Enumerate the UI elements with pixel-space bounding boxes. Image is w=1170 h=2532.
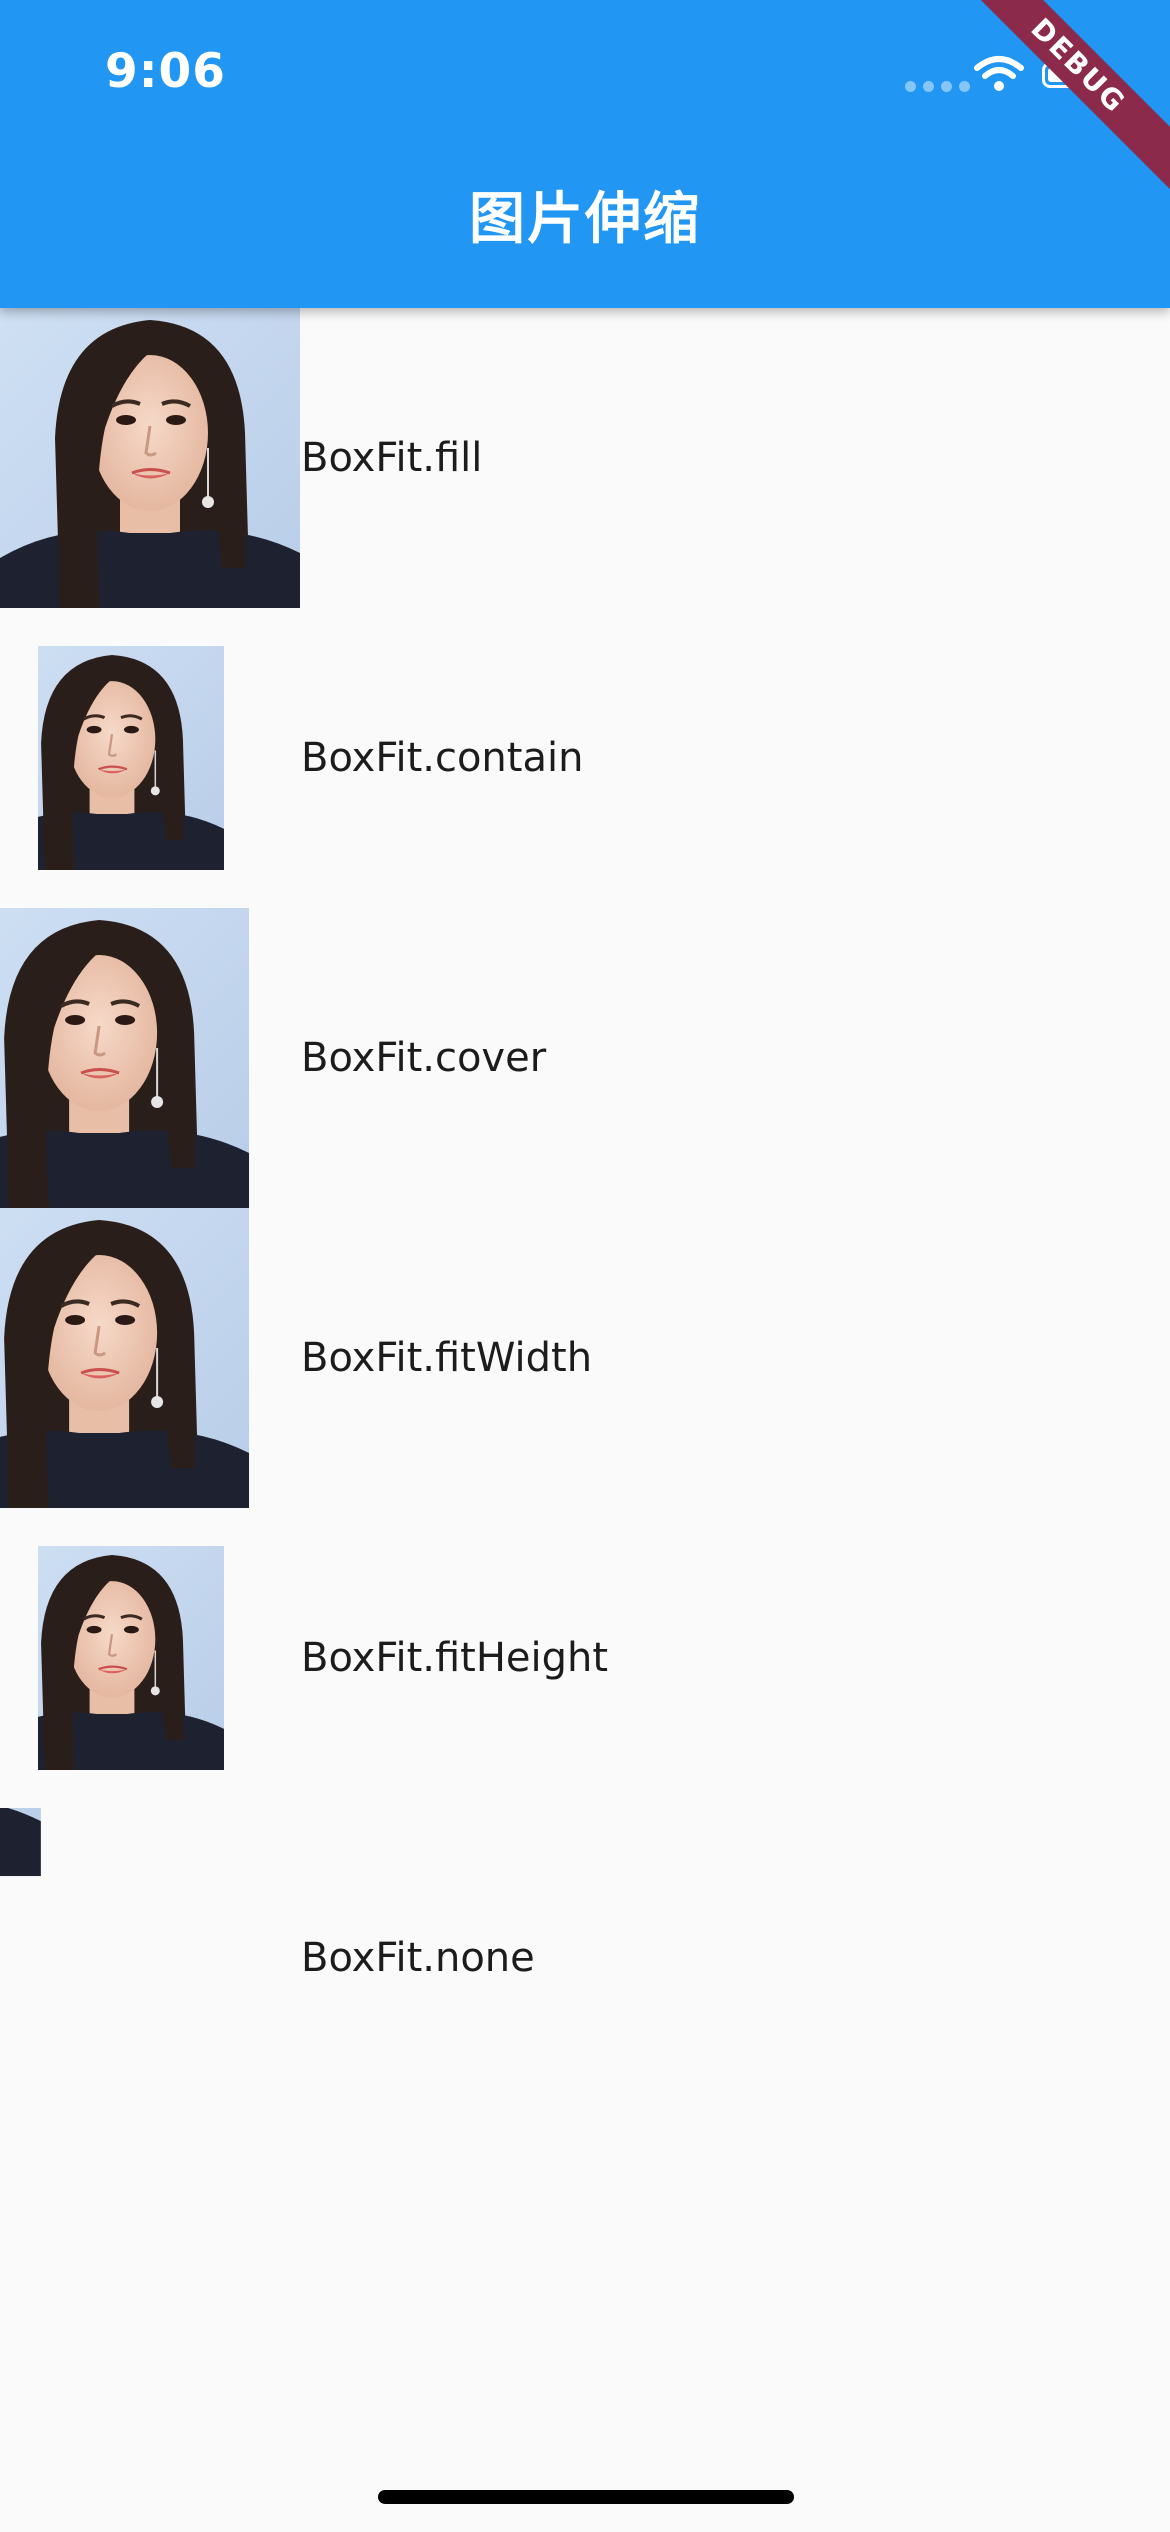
list-item-label: BoxFit.none bbox=[301, 1935, 535, 1981]
portrait-image-contain bbox=[38, 608, 262, 908]
list-item: BoxFit.none bbox=[0, 1808, 1170, 2108]
portrait-image-none bbox=[0, 1808, 300, 2108]
home-indicator[interactable] bbox=[378, 2490, 794, 2504]
boxfit-list: BoxFit.fill BoxFit.contain BoxFit.cover … bbox=[0, 308, 1170, 2108]
status-time: 9:06 bbox=[105, 44, 226, 99]
portrait-image-fitwidth bbox=[0, 1208, 300, 1508]
list-item: BoxFit.fitWidth bbox=[0, 1208, 1170, 1508]
app-bar: 9:06 图片伸缩 DEBUG bbox=[0, 0, 1170, 308]
list-item: BoxFit.cover bbox=[0, 908, 1170, 1208]
list-item: BoxFit.fill bbox=[0, 308, 1170, 608]
list-item-label: BoxFit.contain bbox=[301, 735, 584, 781]
list-item-label: BoxFit.fitHeight bbox=[301, 1635, 609, 1681]
list-item: BoxFit.fitHeight bbox=[0, 1508, 1170, 1808]
debug-banner: DEBUG bbox=[928, 0, 1170, 216]
list-item-label: BoxFit.fill bbox=[301, 435, 483, 481]
wifi-icon bbox=[974, 56, 1024, 91]
signal-dots-icon bbox=[905, 81, 970, 92]
page-title: 图片伸缩 bbox=[469, 187, 701, 252]
portrait-image-cover bbox=[0, 908, 300, 1208]
portrait-image-fill bbox=[0, 308, 300, 608]
list-item-label: BoxFit.fitWidth bbox=[301, 1335, 593, 1381]
portrait-image-fitheight bbox=[38, 1508, 262, 1808]
list-item: BoxFit.contain bbox=[0, 608, 1170, 908]
list-item-label: BoxFit.cover bbox=[301, 1035, 547, 1081]
